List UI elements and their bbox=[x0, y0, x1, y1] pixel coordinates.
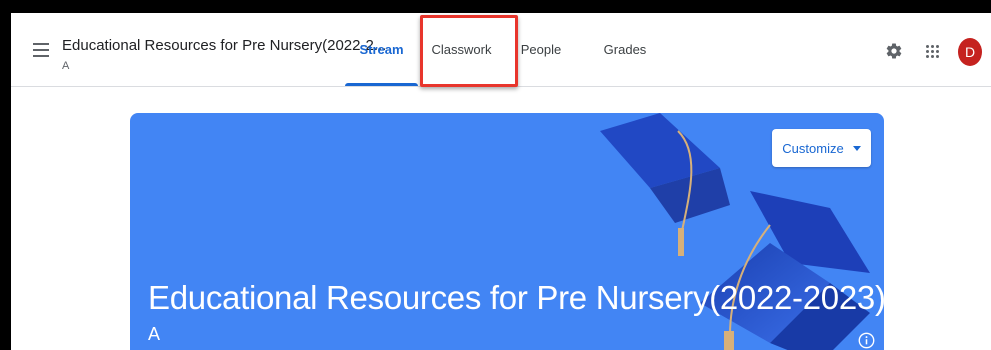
tab-people-label: People bbox=[520, 42, 562, 57]
chevron-down-icon bbox=[852, 145, 861, 151]
class-section: A bbox=[62, 60, 70, 72]
info-icon[interactable] bbox=[858, 332, 875, 349]
class-title[interactable]: Educational Resources for Pre Nursery(20… bbox=[62, 37, 386, 54]
banner-class-section: A bbox=[148, 324, 161, 344]
tab-grades-label: Grades bbox=[603, 42, 647, 57]
customize-button[interactable]: Customize bbox=[772, 129, 871, 167]
menu-icon[interactable] bbox=[33, 43, 49, 57]
classwork-highlight-box bbox=[420, 15, 518, 87]
customize-label: Customize bbox=[782, 140, 844, 156]
classroom-screen: Educational Resources for Pre Nursery(20… bbox=[11, 13, 991, 350]
tab-grades[interactable]: Grades bbox=[595, 13, 655, 86]
tab-stream-label: Stream bbox=[359, 42, 404, 57]
apps-grid-icon[interactable] bbox=[926, 45, 940, 59]
banner-class-title: Educational Resources for Pre Nursery(20… bbox=[148, 279, 884, 316]
tab-stream[interactable]: Stream bbox=[345, 13, 418, 86]
tab-people[interactable]: People bbox=[510, 13, 572, 86]
class-banner: Customize Educational Resources for Pre … bbox=[130, 113, 884, 350]
avatar[interactable]: D bbox=[958, 38, 982, 66]
gear-icon[interactable] bbox=[885, 42, 903, 60]
